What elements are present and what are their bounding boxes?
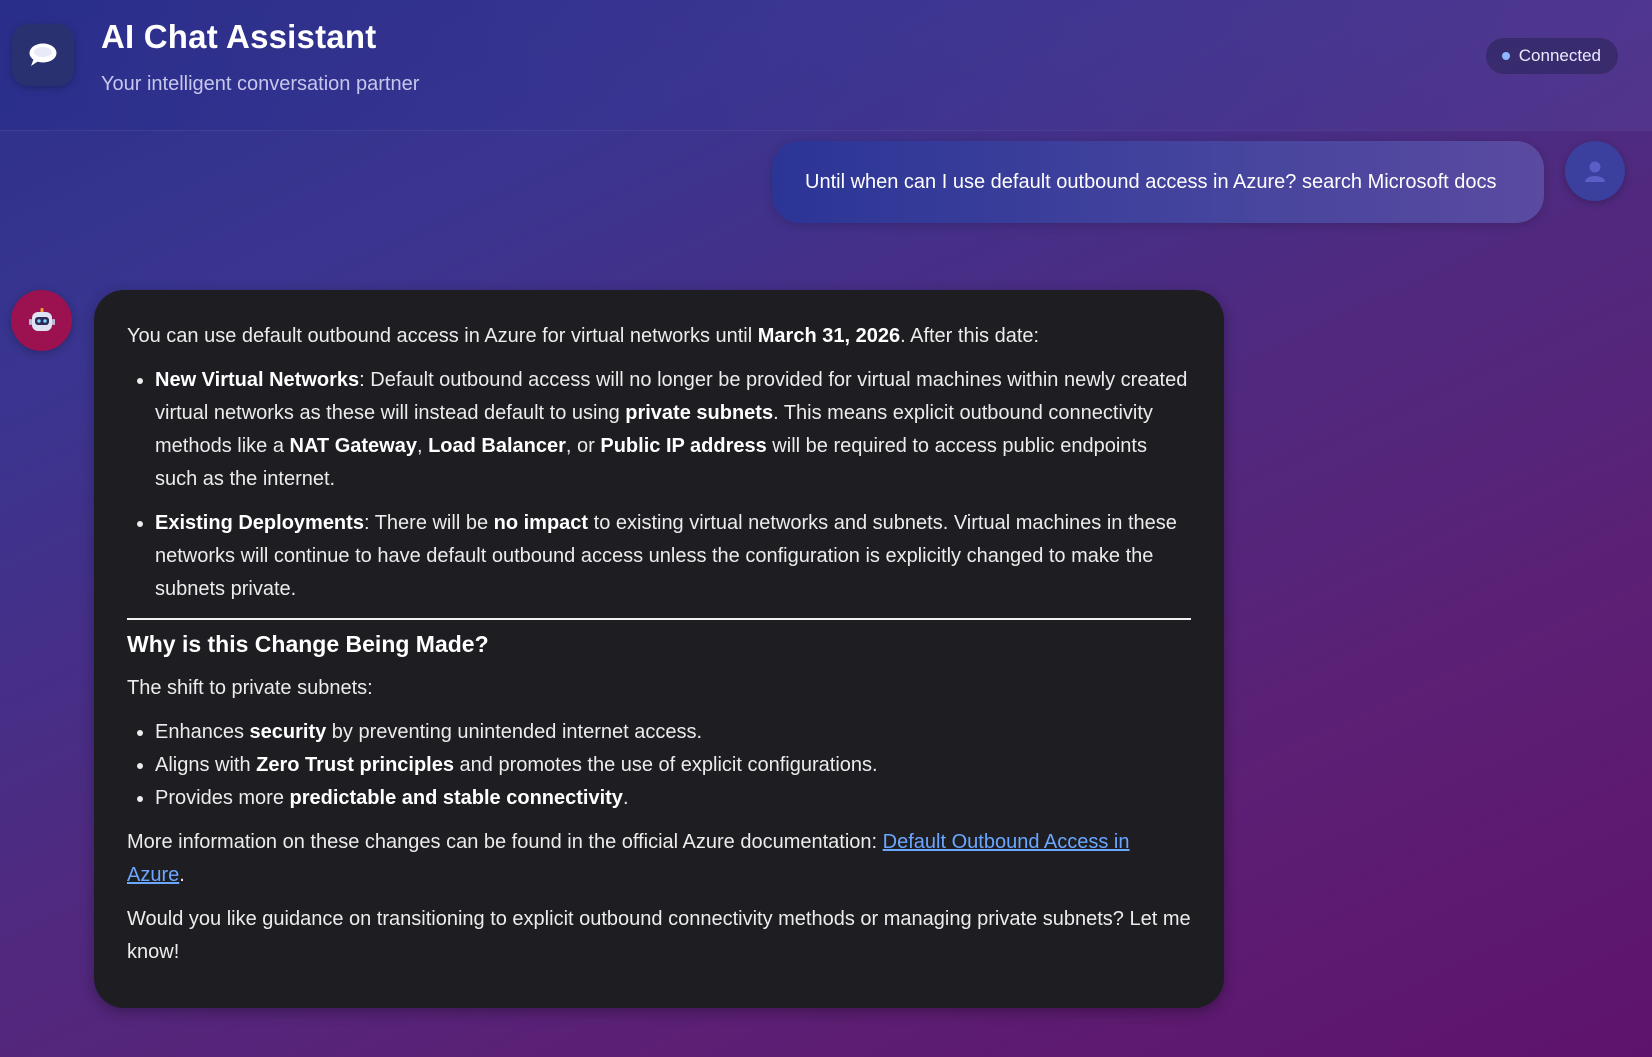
user-message-text: Until when can I use default outbound ac… xyxy=(805,170,1497,193)
app-header: AI Chat Assistant Your intelligent conve… xyxy=(0,0,1652,130)
list-item: Existing Deployments: There will be no i… xyxy=(155,507,1191,606)
robot-icon xyxy=(11,290,72,351)
connection-status-badge: Connected xyxy=(1485,38,1618,74)
app-title: AI Chat Assistant xyxy=(101,18,377,55)
list-item: Provides more predictable and stable con… xyxy=(155,782,1191,815)
status-dot-icon xyxy=(1501,52,1510,60)
assistant-message: You can use default outbound access in A… xyxy=(94,290,1224,1008)
app-subtitle: Your intelligent conversation partner xyxy=(101,73,420,95)
impact-list: New Virtual Networks: Default outbound a… xyxy=(127,364,1191,606)
status-label: Connected xyxy=(1518,46,1601,65)
user-message: Until when can I use default outbound ac… xyxy=(772,141,1544,223)
list-item: Aligns with Zero Trust principles and pr… xyxy=(155,749,1191,782)
shift-intro: The shift to private subnets: xyxy=(127,677,373,699)
list-item: New Virtual Networks: Default outbound a… xyxy=(155,364,1191,496)
reasons-list: Enhances security by preventing unintend… xyxy=(127,716,1191,815)
list-item: Enhances security by preventing unintend… xyxy=(155,716,1191,749)
closing-paragraph: Would you like guidance on transitioning… xyxy=(127,908,1191,963)
divider xyxy=(127,618,1191,620)
chat-bubble-icon xyxy=(12,24,74,86)
intro-paragraph: You can use default outbound access in A… xyxy=(127,325,1040,347)
user-icon xyxy=(1565,141,1625,201)
more-info-paragraph: More information on these changes can be… xyxy=(127,831,1130,886)
section-heading: Why is this Change Being Made? xyxy=(127,631,489,657)
